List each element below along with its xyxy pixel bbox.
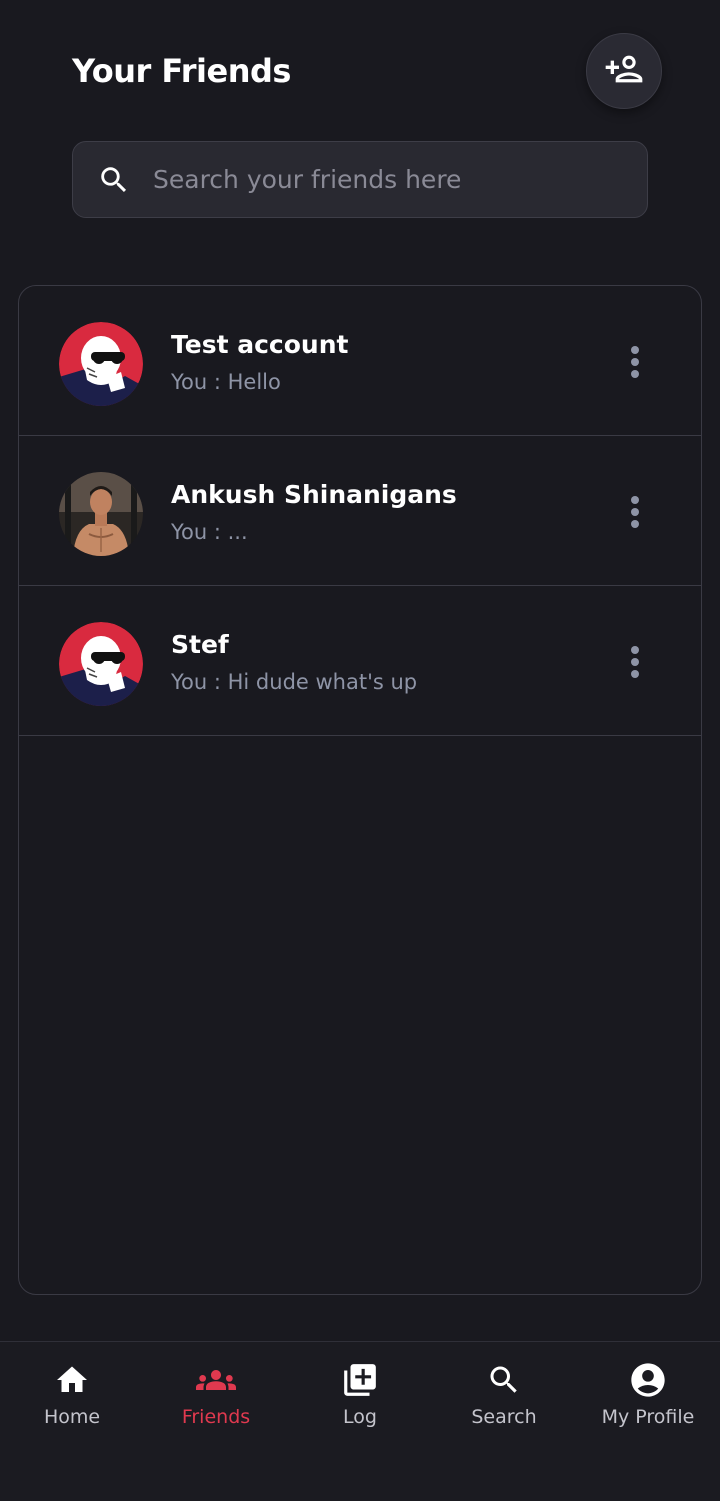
more-vert-icon [629, 345, 641, 383]
more-options-button[interactable] [621, 494, 649, 534]
nav-label: Home [43, 1406, 101, 1428]
search-icon [484, 1360, 524, 1400]
page-title: Your Friends [72, 52, 291, 90]
nav-item-search[interactable]: Search [432, 1360, 576, 1440]
friend-row-stef[interactable]: Stef You : Hi dude what's up [19, 586, 701, 736]
search-input[interactable] [151, 164, 615, 195]
bottom-navigation: Home Friends Log Search My Profile [0, 1341, 720, 1501]
add-friend-button[interactable] [586, 33, 662, 109]
more-vert-icon [629, 495, 641, 533]
friend-row-ankush[interactable]: Ankush Shinanigans You : ... [19, 436, 701, 586]
search-icon [97, 163, 131, 197]
add-box-icon [340, 1360, 380, 1400]
friend-name: Test account [171, 330, 349, 359]
friend-name: Ankush Shinanigans [171, 480, 457, 509]
friend-last-message: You : ... [171, 520, 248, 544]
cartoon-avatar[interactable] [59, 622, 143, 706]
friends-list: Test account You : Hello Ankush Shinanig… [18, 285, 702, 1295]
group-icon [196, 1360, 236, 1400]
friends-screen: Your Friends Search your friends here Te… [0, 0, 720, 1501]
cartoon-avatar[interactable] [59, 322, 143, 406]
more-options-button[interactable] [621, 644, 649, 684]
more-vert-icon [629, 645, 641, 683]
search-bar[interactable] [72, 141, 648, 218]
friend-last-message: You : Hi dude what's up [171, 670, 418, 694]
nav-label: Log [343, 1406, 377, 1428]
nav-label: Search [471, 1406, 537, 1428]
nav-item-friends[interactable]: Friends [144, 1360, 288, 1440]
person-add-icon [604, 49, 644, 93]
more-options-button[interactable] [621, 344, 649, 384]
friend-row-test-account[interactable]: Test account You : Hello [19, 286, 701, 436]
friend-name: Stef [171, 630, 229, 659]
nav-label: My Profile [601, 1406, 695, 1428]
nav-item-my-profile[interactable]: My Profile [576, 1360, 720, 1440]
nav-label: Friends [181, 1406, 251, 1428]
account-circle-icon [628, 1360, 668, 1400]
friend-last-message: You : Hello [171, 370, 281, 394]
nav-item-home[interactable]: Home [0, 1360, 144, 1440]
home-icon [52, 1360, 92, 1400]
nav-item-log[interactable]: Log [288, 1360, 432, 1440]
photo-avatar[interactable] [59, 472, 143, 556]
